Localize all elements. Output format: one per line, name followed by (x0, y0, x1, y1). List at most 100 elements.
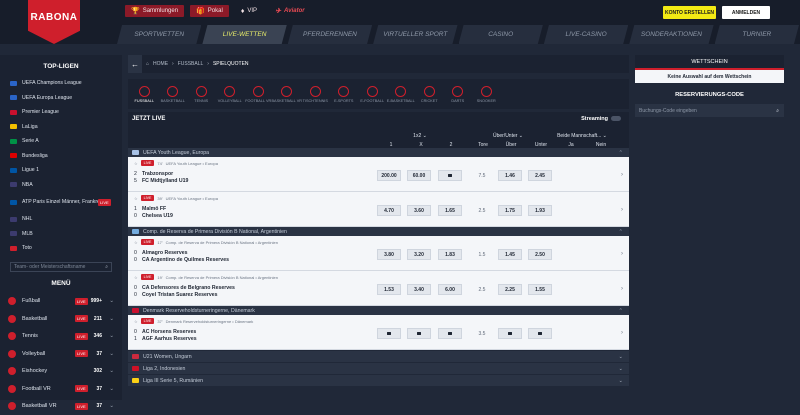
chevron-right-icon[interactable]: › (621, 172, 623, 178)
odds-button[interactable]: 1.46 (498, 170, 522, 181)
streaming-toggle[interactable]: Streaming (581, 116, 621, 122)
match-row[interactable]: ☆LIVE17'Comp. de Reserva de Primera Divi… (128, 236, 629, 271)
team-search-input[interactable]: Team- oder Meisterschaftsname⌕ (10, 262, 112, 272)
odds-button[interactable]: 1.93 (528, 205, 552, 216)
match-row[interactable]: ☆LIVE19'Comp. de Reserva de Primera Divi… (128, 271, 629, 306)
chevron-down-icon[interactable]: ⌄ (109, 351, 114, 357)
sport-filter-item[interactable]: DARTS (444, 86, 473, 103)
chevron-down-icon[interactable]: ⌄ (619, 378, 623, 384)
odds-button[interactable]: 3.80 (377, 249, 401, 260)
odds-button[interactable]: 3.60 (407, 205, 431, 216)
top-league-item[interactable]: UEFA Europa League (0, 91, 122, 106)
league-header-collapsed[interactable]: U21 Women, Ungarn⌄ (128, 351, 629, 362)
odds-button[interactable]: 1.65 (438, 205, 462, 216)
nav-sonderaktionen[interactable]: SONDERAKTIONEN (629, 25, 713, 44)
sport-filter-item[interactable]: FUSSBALL (130, 86, 159, 103)
odds-button[interactable]: 1.83 (438, 249, 462, 260)
top-league-item[interactable]: LaLiga (0, 120, 122, 135)
chevron-up-icon[interactable]: ⌃ (619, 150, 623, 156)
odds-button[interactable]: 200.00 (377, 170, 401, 181)
top-league-item[interactable]: Bundesliga (0, 149, 122, 164)
chevron-right-icon[interactable]: › (621, 330, 623, 336)
register-button[interactable]: KONTO ERSTELLEN (663, 6, 716, 19)
star-icon[interactable]: ☆ (134, 196, 138, 201)
login-button[interactable]: ANMELDEN (722, 6, 770, 19)
match-row[interactable]: ☆LIVE74'UEFA Youth League • Europa2Trabz… (128, 157, 629, 192)
chevron-down-icon[interactable]: ⌄ (109, 368, 114, 374)
league-header[interactable]: UEFA Youth League, Europa⌃ (128, 148, 629, 157)
sport-filter-item[interactable]: VOLLEYBALL (216, 86, 245, 103)
match-teams[interactable]: 1Malmö FF0Chelsea U19 (134, 206, 173, 220)
chevron-right-icon[interactable]: › (621, 286, 623, 292)
sport-filter-item[interactable]: CRICKET (415, 86, 444, 103)
sport-filter-item[interactable]: FOOTBALL VR (244, 86, 273, 103)
nav-sportwetten[interactable]: SPORTWETTEN (117, 25, 201, 44)
sport-menu-item[interactable]: TennisLIVE346⌄ (0, 328, 122, 346)
star-icon[interactable]: ☆ (134, 240, 138, 245)
nav-virtueller-sport[interactable]: VIRTUELLER SPORT (373, 25, 457, 44)
top-league-item[interactable]: Ligue 1 (0, 163, 122, 178)
col-group-1x2[interactable]: 1x2 ⌄ (407, 133, 433, 139)
odds-button[interactable]: 4.70 (377, 205, 401, 216)
top-league-item[interactable]: MLB (0, 227, 122, 242)
chevron-up-icon[interactable]: ⌃ (619, 308, 623, 314)
nav-casino[interactable]: CASINO (459, 25, 543, 44)
sport-menu-item[interactable]: Basketball VRLIVE37⌄ (0, 398, 122, 415)
betslip-title[interactable]: WETTSCHEIN (635, 55, 784, 68)
chevron-down-icon[interactable]: ⌄ (109, 386, 114, 392)
col-group-over-under[interactable]: Über/Unter ⌄ (488, 133, 528, 139)
top-league-item[interactable]: UEFA Champions League (0, 76, 122, 91)
match-row[interactable]: ☆LIVE39'UEFA Youth League • Europa1Malmö… (128, 192, 629, 227)
sport-menu-item[interactable]: Eishockey302⌄ (0, 363, 122, 381)
top-league-item[interactable]: NBA (0, 178, 122, 193)
odds-button[interactable]: 1.45 (498, 249, 522, 260)
odds-button[interactable]: 2.45 (528, 170, 552, 181)
sport-filter-item[interactable]: BASKETBALL (159, 86, 188, 103)
nav-live-casino[interactable]: LIVE-CASINO (544, 25, 628, 44)
nav-live-wetten[interactable]: LIVE-WETTEN (202, 25, 286, 44)
top-league-item[interactable]: ATP Paris Einzel Männer, FrankreichLIVE (0, 192, 122, 212)
sport-menu-item[interactable]: Football VRLIVE37⌄ (0, 380, 122, 398)
match-teams[interactable]: 0Almagro Reserves0CA Argentino de Quilme… (134, 250, 229, 264)
sport-menu-item[interactable]: BasketballLIVE211⌄ (0, 310, 122, 328)
match-teams[interactable]: 2Trabzonspor5FC Midtjylland U19 (134, 171, 188, 185)
star-icon[interactable]: ☆ (134, 161, 138, 166)
rabona-logo[interactable]: RABONA (28, 0, 80, 44)
tab-pokal[interactable]: 🎁Pokal (190, 5, 229, 17)
sport-filter-item[interactable]: BASKETBALL VR (273, 86, 302, 103)
match-teams[interactable]: 0AC Horsens Reserves1AGF Aarhus Reserves (134, 329, 197, 343)
sport-filter-item[interactable]: E-SPORTS (330, 86, 359, 103)
league-header-collapsed[interactable]: Liga III Serie 5, Rumänien⌄ (128, 375, 629, 386)
match-teams[interactable]: 0CA Defensores de Belgrano Reserves0Coye… (134, 285, 235, 299)
booking-code-input[interactable]: Buchungs-Code eingeben⌕ (635, 104, 784, 117)
sport-filter-item[interactable]: TISCHTENNIS (301, 86, 330, 103)
search-icon[interactable]: ⌕ (776, 108, 779, 114)
odds-button[interactable]: 1.75 (498, 205, 522, 216)
top-league-item[interactable]: Serie A (0, 134, 122, 149)
chevron-down-icon[interactable]: ⌄ (109, 403, 114, 409)
chevron-up-icon[interactable]: ⌃ (619, 229, 623, 235)
odds-button[interactable]: 3.20 (407, 249, 431, 260)
odds-button[interactable]: 6.00 (438, 284, 462, 295)
sport-filter-item[interactable]: TENNIS (187, 86, 216, 103)
star-icon[interactable]: ☆ (134, 275, 138, 280)
odds-button[interactable]: 2.50 (528, 249, 552, 260)
league-header-collapsed[interactable]: Liga 2, Indonesien⌄ (128, 363, 629, 374)
chevron-down-icon[interactable]: ⌄ (109, 298, 114, 304)
chevron-right-icon[interactable]: › (621, 251, 623, 257)
toggle-switch[interactable] (611, 116, 621, 121)
top-league-item[interactable]: Toto (0, 241, 122, 256)
sport-filter-item[interactable]: E-FOOTBALL (358, 86, 387, 103)
top-league-item[interactable]: NHL (0, 212, 122, 227)
nav-turnier[interactable]: TURNIER (715, 25, 799, 44)
nav-pferderennen[interactable]: PFERDERENNEN (288, 25, 372, 44)
chevron-down-icon[interactable]: ⌄ (619, 354, 623, 360)
league-header[interactable]: Denmark Reserveholdsturneringerne, Dänem… (128, 306, 629, 315)
sport-filter-item[interactable]: E-BASKETBALL (387, 86, 416, 103)
chevron-down-icon[interactable]: ⌄ (109, 316, 114, 322)
match-row[interactable]: ☆LIVE37'Denmark Reserveholdsturneringern… (128, 315, 629, 350)
star-icon[interactable]: ☆ (134, 319, 138, 324)
odds-button[interactable]: 60.00 (407, 170, 431, 181)
top-league-item[interactable]: Premier League (0, 105, 122, 120)
breadcrumb-item[interactable]: FUSSBALL (178, 61, 204, 67)
